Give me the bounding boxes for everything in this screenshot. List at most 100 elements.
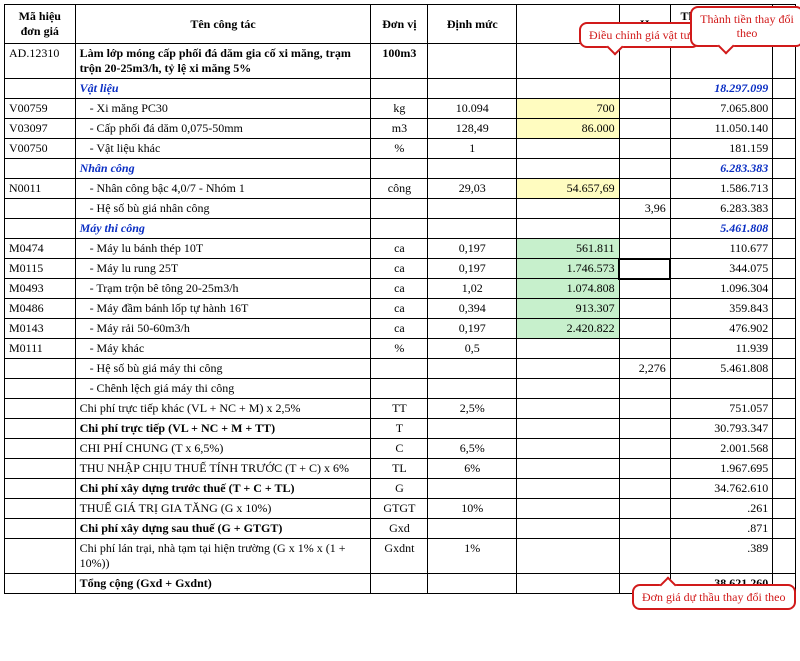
cell-price[interactable] — [517, 519, 619, 539]
cell-price[interactable] — [517, 199, 619, 219]
cell-factor[interactable] — [619, 399, 670, 419]
cell-unit[interactable]: G — [371, 479, 428, 499]
cell-name[interactable]: - Máy lu bánh thép 10T — [75, 239, 371, 259]
cell-name[interactable]: - Xi măng PC30 — [75, 99, 371, 119]
cell-extra[interactable] — [773, 179, 796, 199]
cell-extra[interactable] — [773, 199, 796, 219]
cell-factor[interactable] — [619, 99, 670, 119]
cell-price[interactable] — [517, 44, 619, 79]
cell-total[interactable]: 30.793.347 — [670, 419, 772, 439]
table-row[interactable]: M0143- Máy rải 50-60m3/hca0,1972.420.822… — [5, 319, 796, 339]
cell-code[interactable]: M0115 — [5, 259, 76, 279]
cell-extra[interactable] — [773, 119, 796, 139]
cell-code[interactable]: M0493 — [5, 279, 76, 299]
cell-unit[interactable]: m3 — [371, 119, 428, 139]
cell-price[interactable]: 2.420.822 — [517, 319, 619, 339]
cell-name[interactable]: Chi phí trực tiếp (VL + NC + M + TT) — [75, 419, 371, 439]
cell-name[interactable]: - Hệ số bù giá nhân công — [75, 199, 371, 219]
cell-name[interactable]: THU NHẬP CHỊU THUẾ TÍNH TRƯỚC (T + C) x … — [75, 459, 371, 479]
cell-total[interactable]: 359.843 — [670, 299, 772, 319]
cell-total[interactable]: 751.057 — [670, 399, 772, 419]
cell-price[interactable] — [517, 139, 619, 159]
table-row[interactable]: M0493- Trạm trộn bê tông 20-25m3/hca1,02… — [5, 279, 796, 299]
cell-extra[interactable] — [773, 539, 796, 574]
table-row[interactable]: Chi phí xây dựng trước thuế (T + C + TL)… — [5, 479, 796, 499]
cell-total[interactable]: 476.902 — [670, 319, 772, 339]
cell-dm[interactable] — [428, 519, 517, 539]
cell-unit[interactable]: % — [371, 339, 428, 359]
cell-code[interactable]: M0111 — [5, 339, 76, 359]
cell-dm[interactable] — [428, 574, 517, 594]
cell-extra[interactable] — [773, 459, 796, 479]
cell-unit[interactable]: công — [371, 179, 428, 199]
cell-dm[interactable]: 128,49 — [428, 119, 517, 139]
cell-extra[interactable] — [773, 339, 796, 359]
cell-extra[interactable] — [773, 219, 796, 239]
cell-extra[interactable] — [773, 439, 796, 459]
cell-factor[interactable] — [619, 119, 670, 139]
cell-code[interactable] — [5, 399, 76, 419]
cell-unit[interactable]: kg — [371, 99, 428, 119]
cell-code[interactable] — [5, 159, 76, 179]
cell-unit[interactable]: 100m3 — [371, 44, 428, 79]
table-row[interactable]: - Chênh lệch giá máy thi công — [5, 379, 796, 399]
cell-unit[interactable]: GTGT — [371, 499, 428, 519]
cell-dm[interactable] — [428, 199, 517, 219]
cell-price[interactable] — [517, 79, 619, 99]
cell-name[interactable]: Chi phí lán trại, nhà tạm tại hiện trườn… — [75, 539, 371, 574]
cell-total[interactable]: 6.283.383 — [670, 159, 772, 179]
cell-extra[interactable] — [773, 279, 796, 299]
cell-code[interactable] — [5, 499, 76, 519]
cell-unit[interactable]: % — [371, 139, 428, 159]
cell-factor[interactable] — [619, 419, 670, 439]
cell-code[interactable] — [5, 419, 76, 439]
cell-price[interactable]: 561.811 — [517, 239, 619, 259]
cell-total[interactable]: 18.297.099 — [670, 79, 772, 99]
cell-total[interactable]: 6.283.383 — [670, 199, 772, 219]
cell-factor[interactable] — [619, 79, 670, 99]
cell-dm[interactable]: 1% — [428, 539, 517, 574]
cell-name[interactable]: - Trạm trộn bê tông 20-25m3/h — [75, 279, 371, 299]
cell-price[interactable] — [517, 439, 619, 459]
cell-dm[interactable] — [428, 219, 517, 239]
cell-name[interactable]: - Hệ số bù giá máy thi công — [75, 359, 371, 379]
cell-code[interactable] — [5, 359, 76, 379]
table-row[interactable]: M0111- Máy khác%0,511.939 — [5, 339, 796, 359]
cell-dm[interactable]: 0,197 — [428, 319, 517, 339]
table-row[interactable]: M0486- Máy đầm bánh lốp tự hành 16Tca0,3… — [5, 299, 796, 319]
cell-factor[interactable] — [619, 44, 670, 79]
table-row[interactable]: Chi phí trực tiếp (VL + NC + M + TT)T 30.… — [5, 419, 796, 439]
cell-name[interactable]: Nhân công — [75, 159, 371, 179]
cell-name[interactable]: - Vật liệu khác — [75, 139, 371, 159]
cell-total[interactable]: 181.159 — [670, 139, 772, 159]
table-row[interactable]: V00759- Xi măng PC30kg10.0947007.065.800 — [5, 99, 796, 119]
cell-dm[interactable]: 0,5 — [428, 339, 517, 359]
cell-factor[interactable] — [619, 319, 670, 339]
cell-price[interactable] — [517, 379, 619, 399]
cell-price[interactable]: 86.000 — [517, 119, 619, 139]
cell-code[interactable] — [5, 519, 76, 539]
cell-name[interactable]: Chi phí xây dựng trước thuế (T + C + TL) — [75, 479, 371, 499]
cell-unit[interactable]: TT — [371, 399, 428, 419]
cell-unit[interactable] — [371, 79, 428, 99]
cell-dm[interactable] — [428, 159, 517, 179]
table-row[interactable]: Nhân công 6.283.383 — [5, 159, 796, 179]
table-row[interactable]: AD.12310Làm lớp móng cấp phối đá dăm gia… — [5, 44, 796, 79]
table-row[interactable]: THU NHẬP CHỊU THUẾ TÍNH TRƯỚC (T + C) x … — [5, 459, 796, 479]
cell-name[interactable]: Làm lớp móng cấp phối đá dăm gia cố xi m… — [75, 44, 371, 79]
cell-name[interactable]: - Nhân công bậc 4,0/7 - Nhóm 1 — [75, 179, 371, 199]
cell-factor[interactable] — [619, 519, 670, 539]
cell-factor[interactable] — [619, 539, 670, 574]
cell-dm[interactable] — [428, 379, 517, 399]
cell-extra[interactable] — [773, 79, 796, 99]
cell-price[interactable] — [517, 419, 619, 439]
cell-code[interactable] — [5, 539, 76, 574]
cell-extra[interactable] — [773, 499, 796, 519]
cell-dm[interactable]: 2,5% — [428, 399, 517, 419]
cell-unit[interactable]: T — [371, 419, 428, 439]
cell-code[interactable] — [5, 459, 76, 479]
cell-code[interactable] — [5, 479, 76, 499]
cell-factor[interactable]: 3,96 — [619, 199, 670, 219]
cell-extra[interactable] — [773, 419, 796, 439]
cell-total[interactable]: 1.586.713 — [670, 179, 772, 199]
